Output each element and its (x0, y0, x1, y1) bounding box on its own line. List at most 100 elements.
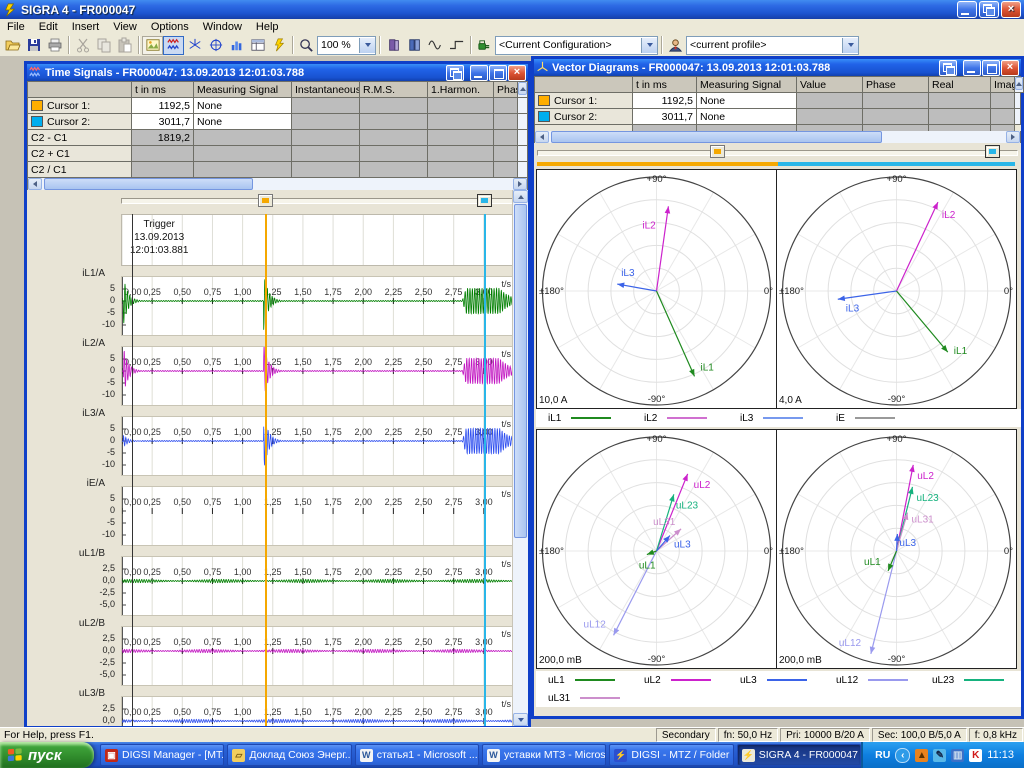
cut-button[interactable] (72, 36, 93, 55)
scroll-track[interactable] (549, 131, 1006, 143)
harmonics-button[interactable] (226, 36, 247, 55)
scroll-left-button[interactable] (535, 131, 549, 143)
table-vscroll[interactable] (1015, 77, 1024, 93)
window-minimize-button[interactable] (470, 65, 488, 81)
menu-window[interactable]: Window (196, 19, 249, 34)
binary-signal-button[interactable] (446, 36, 467, 55)
taskbar-button-word[interactable]: Wуставки МТЗ - Micros... (482, 744, 606, 766)
menu-help[interactable]: Help (249, 19, 286, 34)
cursor2-slider-marker[interactable] (985, 145, 1000, 158)
scroll-up-button[interactable] (1015, 77, 1023, 90)
tray-antivirus-icon[interactable]: K (969, 749, 982, 762)
plot-vscrollbar[interactable] (512, 190, 528, 726)
chevron-down-icon[interactable] (359, 38, 375, 53)
chevron-down-icon[interactable] (842, 38, 858, 53)
cursor1-line[interactable] (265, 214, 267, 726)
scroll-up-button[interactable] (518, 82, 527, 95)
vector-diagram-button[interactable] (184, 36, 205, 55)
cursor2-slider-marker[interactable] (477, 194, 492, 207)
view-book2-button[interactable] (404, 36, 425, 55)
t-ms-cell[interactable]: 3011,7 (633, 109, 697, 125)
scroll-left-button[interactable] (28, 178, 42, 190)
table-view-button[interactable] (247, 36, 268, 55)
scroll-thumb[interactable] (551, 131, 882, 143)
chevron-down-icon[interactable] (641, 38, 657, 53)
close-button[interactable]: × (1001, 1, 1021, 18)
language-indicator[interactable]: RU (875, 749, 890, 761)
taskbar-button-bolt[interactable]: ⚡DIGSI - MTZ / Folder ... (609, 744, 733, 766)
copy-button[interactable] (93, 36, 114, 55)
print-button[interactable] (44, 36, 65, 55)
cursor2-line[interactable] (484, 214, 486, 726)
zoom-button[interactable] (296, 36, 317, 55)
table-vscroll-track[interactable] (518, 162, 528, 178)
window-minimize-button[interactable] (963, 60, 981, 76)
taskbar-button-digsi[interactable]: ▣DIGSI Manager - [MT... (100, 744, 224, 766)
fault-locator-button[interactable] (268, 36, 289, 55)
scroll-down-button[interactable] (513, 713, 528, 726)
table-vscroll-track[interactable] (518, 146, 528, 162)
window-maximize-button[interactable] (489, 65, 507, 81)
tray-back-arrow-icon[interactable]: ‹ (895, 748, 910, 763)
table-vscroll-track[interactable] (1015, 93, 1021, 109)
zoom-level-combo[interactable]: 100 % (317, 36, 376, 55)
measuring-signal-cell[interactable]: None (697, 109, 797, 125)
measuring-signal-cell[interactable]: None (194, 98, 292, 114)
circle-diagram-button[interactable] (205, 36, 226, 55)
time-signals-title-bar[interactable]: Time Signals - FR000047: 13.09.2013 12:0… (27, 64, 528, 81)
cursor1-slider-marker[interactable] (258, 194, 273, 207)
tray-utility-icon[interactable]: ✎ (933, 749, 946, 762)
trigger-cursor-line[interactable] (132, 214, 133, 726)
vector-diagrams-title-bar[interactable]: Vector Diagrams - FR000047: 13.09.2013 1… (534, 59, 1021, 76)
configuration-combo[interactable]: <Current Configuration> (495, 36, 658, 55)
scroll-right-button[interactable] (513, 178, 527, 190)
scroll-up-button[interactable] (513, 190, 528, 203)
profile-button[interactable] (665, 36, 686, 55)
restore-frame-button[interactable] (939, 60, 957, 76)
menu-insert[interactable]: Insert (65, 19, 107, 34)
measuring-signal-cell[interactable]: None (697, 93, 797, 109)
minimize-button[interactable] (957, 1, 977, 18)
sine-signal-button[interactable] (425, 36, 446, 55)
scroll-thumb[interactable] (44, 178, 253, 190)
menu-view[interactable]: View (106, 19, 144, 34)
menu-options[interactable]: Options (144, 19, 196, 34)
time-signals-view-button[interactable] (163, 36, 184, 55)
table-vscroll-track[interactable] (518, 98, 528, 114)
slider-groove[interactable] (121, 198, 513, 204)
configuration-button[interactable] (474, 36, 495, 55)
window-maximize-button[interactable] (982, 60, 1000, 76)
t-ms-cell[interactable]: 1192,5 (132, 98, 194, 114)
scroll-track[interactable] (42, 178, 513, 190)
restore-button[interactable] (979, 1, 999, 18)
save-button[interactable] (23, 36, 44, 55)
window-close-button[interactable]: × (508, 65, 526, 81)
t-ms-cell[interactable]: 1192,5 (633, 93, 697, 109)
table-vscroll[interactable] (518, 82, 528, 98)
open-button[interactable] (2, 36, 23, 55)
export-picture-button[interactable] (142, 36, 163, 55)
menu-edit[interactable]: Edit (32, 19, 65, 34)
table-vscroll-track[interactable] (518, 114, 528, 130)
menu-file[interactable]: File (0, 19, 32, 34)
start-button[interactable]: пуск (0, 742, 94, 768)
tray-shield-icon[interactable]: ▲ (915, 749, 928, 762)
restore-frame-button[interactable] (446, 65, 464, 81)
scroll-right-button[interactable] (1006, 131, 1020, 143)
tray-network-icon[interactable]: ▥ (951, 749, 964, 762)
paste-button[interactable] (114, 36, 135, 55)
view-book1-button[interactable] (383, 36, 404, 55)
taskbar-button-sigra[interactable]: ⚡SIGRA 4 - FR000047 (737, 744, 861, 766)
taskbar-button-word[interactable]: Wстатья1 - Microsoft ... (355, 744, 479, 766)
profile-combo[interactable]: <current profile> (686, 36, 859, 55)
table-vscroll-track[interactable] (1015, 109, 1021, 125)
table-vscroll-track[interactable] (518, 130, 528, 146)
slider-groove[interactable] (537, 150, 1018, 156)
taskbar-button-folder[interactable]: ▱Доклад Союз Энерг... (227, 744, 351, 766)
cursor1-slider-marker[interactable] (710, 145, 725, 158)
window-close-button[interactable]: × (1001, 60, 1019, 76)
t-ms-cell[interactable]: 3011,7 (132, 114, 194, 130)
svg-text:1,50: 1,50 (294, 707, 312, 717)
scroll-thumb[interactable] (514, 204, 527, 538)
measuring-signal-cell[interactable]: None (194, 114, 292, 130)
